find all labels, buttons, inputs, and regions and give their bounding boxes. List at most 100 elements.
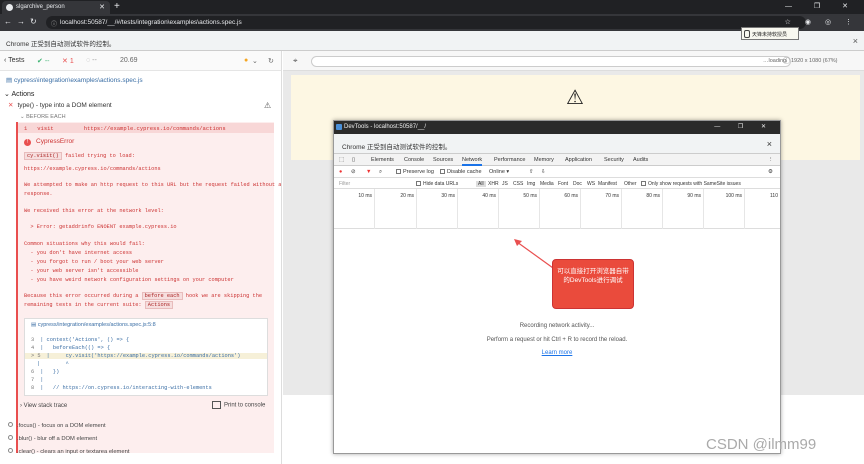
record-icon[interactable]: ● bbox=[339, 169, 342, 175]
filter-ws[interactable]: WS bbox=[587, 181, 595, 187]
viewport-info: 1920 x 1080 (67%) bbox=[791, 58, 838, 64]
spec-path[interactable]: ▤ cypress\integration\examples\actions.s… bbox=[6, 76, 143, 84]
favicon-icon bbox=[6, 4, 13, 11]
address-text: localhost:50587/__/#/tests/integration\e… bbox=[60, 19, 242, 26]
duration: 20.69 bbox=[120, 57, 138, 64]
tests-button[interactable]: ‹ Tests bbox=[4, 57, 25, 64]
filter-icon[interactable]: ▼ bbox=[366, 169, 371, 175]
tab-audits[interactable]: Audits bbox=[633, 157, 648, 163]
import-icon[interactable]: ⇧ bbox=[529, 169, 534, 175]
browser-tab[interactable]: slgarchive_person ✕ bbox=[2, 1, 110, 14]
hide-data-urls-checkbox[interactable]: Hide data URLs bbox=[416, 181, 458, 187]
clear-icon[interactable]: ⊘ bbox=[351, 169, 356, 175]
tab-network[interactable]: Network bbox=[462, 157, 483, 166]
export-icon[interactable]: ⇩ bbox=[541, 169, 546, 175]
tab-security[interactable]: Security bbox=[604, 157, 624, 163]
tab-application[interactable]: Application bbox=[565, 157, 592, 163]
failed-test-title[interactable]: ✕ type() - type into a DOM element bbox=[8, 101, 276, 109]
close-icon[interactable]: × bbox=[853, 36, 858, 46]
file-icon: ▤ bbox=[6, 77, 14, 84]
extension-icons[interactable]: ☆ ◉ ◎ ⋮ bbox=[785, 18, 858, 26]
devtools-icon bbox=[336, 124, 342, 130]
selector-playground-icon[interactable]: ⌖ bbox=[293, 56, 298, 66]
filter-js[interactable]: JS bbox=[502, 181, 508, 187]
aut-url-bar bbox=[311, 56, 791, 67]
code-frame-path[interactable]: ▤ cypress/integration/examples/actions.s… bbox=[31, 322, 156, 328]
terminal-icon bbox=[212, 401, 221, 409]
error-line: - you have weird network configuration s… bbox=[24, 277, 234, 283]
devtools-infobar: Chrome 正受到自动测试软件的控制。 × bbox=[334, 134, 780, 154]
samesite-checkbox[interactable]: Only show requests with SameSite issues bbox=[641, 181, 741, 187]
learn-more-link[interactable]: Learn more bbox=[334, 350, 780, 356]
filter-img[interactable]: Img bbox=[527, 181, 535, 187]
tab-performance[interactable]: Performance bbox=[494, 157, 526, 163]
tick-label: 100 ms bbox=[725, 193, 742, 199]
filter-doc[interactable]: Doc bbox=[573, 181, 582, 187]
reporter-panel: ‹ Tests ✔ -- ✕ 1 ◌ -- 20.69 ● ⌄ ↻ ▤ cypr… bbox=[0, 51, 282, 464]
error-line: response. bbox=[24, 191, 53, 197]
code-line: 8 | // https://on.cypress.io/interacting-… bbox=[31, 385, 212, 391]
devtools-tabs: ⬚ ▯ Elements Console Sources Network Per… bbox=[334, 154, 780, 166]
nav-buttons[interactable]: ←→↻ bbox=[4, 17, 42, 26]
code-line: 3 | context('Actions', () => { bbox=[31, 337, 130, 343]
device-toggle-icon[interactable]: ▯ bbox=[352, 157, 355, 163]
suite-title[interactable]: ⌄ Actions bbox=[4, 90, 34, 98]
before-each-label[interactable]: ⌄ BEFORE EACH bbox=[20, 114, 66, 120]
warning-icon: ⚠ bbox=[566, 87, 584, 109]
close-icon[interactable]: × bbox=[767, 139, 772, 149]
error-line: We received this error at the network le… bbox=[24, 208, 164, 214]
view-stack-trace-button[interactable]: › View stack trace bbox=[20, 403, 67, 409]
print-to-console-button[interactable]: Print to console bbox=[212, 401, 265, 409]
search-icon[interactable]: ⌕ bbox=[379, 169, 382, 176]
tab-memory[interactable]: Memory bbox=[534, 157, 554, 163]
browser-tab-bar: slgarchive_person ✕ + — ❐ ✕ bbox=[0, 0, 864, 14]
aut-toolbar: ⌖ …loading ⓘ 1920 x 1080 (67%) bbox=[283, 51, 864, 71]
address-bar[interactable]: ⓘ localhost:50587/__/#/tests/integration… bbox=[46, 16, 806, 29]
devtools-titlebar: DevTools - localhost:50587/__/ — ❐ ✕ bbox=[334, 121, 780, 134]
info-icon[interactable]: ⓘ bbox=[51, 19, 57, 28]
command-row[interactable]: 1 visit https://example.cypress.io/comman… bbox=[18, 123, 274, 133]
error-line: > Error: getaddrinfo ENOENT example.cypr… bbox=[24, 224, 177, 230]
test-item[interactable]: .focus() - focus on a DOM element bbox=[8, 422, 106, 429]
disable-cache-checkbox[interactable]: Disable cache bbox=[440, 169, 482, 175]
filter-css[interactable]: CSS bbox=[513, 181, 523, 187]
test-item[interactable]: .blur() - blur off a DOM element bbox=[8, 435, 97, 442]
devtools-window: DevTools - localhost:50587/__/ — ❐ ✕ Chr… bbox=[333, 120, 781, 454]
inspect-icon[interactable]: ⬚ bbox=[339, 157, 344, 163]
filter-xhr[interactable]: XHR bbox=[488, 181, 499, 187]
filter-manifest[interactable]: Manifest bbox=[598, 181, 617, 187]
more-icon[interactable]: ⋮ bbox=[768, 157, 774, 163]
lock-icon bbox=[744, 30, 750, 38]
chevron-down-icon[interactable]: ⌄ bbox=[252, 57, 258, 65]
tick-label: 110 bbox=[770, 193, 778, 199]
gear-icon[interactable]: ⚙ bbox=[768, 169, 773, 175]
throttle-select[interactable]: Online ▾ bbox=[489, 169, 509, 175]
restart-icon[interactable]: ↻ bbox=[268, 57, 274, 65]
info-icon[interactable]: ⓘ bbox=[783, 56, 790, 66]
close-tab-icon[interactable]: ✕ bbox=[99, 3, 105, 11]
test-item[interactable]: .clear() - clears an input or textarea e… bbox=[8, 448, 129, 455]
filter-media[interactable]: Media bbox=[540, 181, 554, 187]
tab-elements[interactable]: Elements bbox=[371, 157, 394, 163]
new-tab-button[interactable]: + bbox=[114, 1, 120, 12]
forward-icon[interactable]: → bbox=[17, 17, 30, 26]
tab-sources[interactable]: Sources bbox=[433, 157, 453, 163]
tick-label: 80 ms bbox=[646, 193, 660, 199]
tick-label: 60 ms bbox=[564, 193, 578, 199]
tab-console[interactable]: Console bbox=[404, 157, 424, 163]
error-line: remaining tests in the current suite: Ac… bbox=[24, 301, 174, 309]
window-controls[interactable]: — ❐ ✕ bbox=[785, 2, 858, 10]
devtools-window-controls[interactable]: — ❐ ✕ bbox=[714, 123, 774, 130]
back-icon[interactable]: ← bbox=[4, 17, 17, 26]
error-line: https://example.cypress.io/commands/acti… bbox=[24, 166, 161, 172]
file-icon: ▤ bbox=[31, 322, 38, 328]
filter-input[interactable]: Filter bbox=[339, 181, 350, 187]
stamp-text: 天锋未持软授员 bbox=[752, 32, 788, 38]
filter-other[interactable]: Other bbox=[624, 181, 637, 187]
annotation-callout: 可以直接打开浏览器自带的DevTools进行调试 bbox=[552, 259, 634, 309]
filter-all[interactable]: All bbox=[476, 181, 486, 187]
recording-hint: Perform a request or hit Ctrl + R to rec… bbox=[486, 337, 628, 343]
preserve-log-checkbox[interactable]: Preserve log bbox=[396, 169, 434, 175]
filter-font[interactable]: Font bbox=[558, 181, 568, 187]
reload-icon[interactable]: ↻ bbox=[30, 17, 42, 26]
